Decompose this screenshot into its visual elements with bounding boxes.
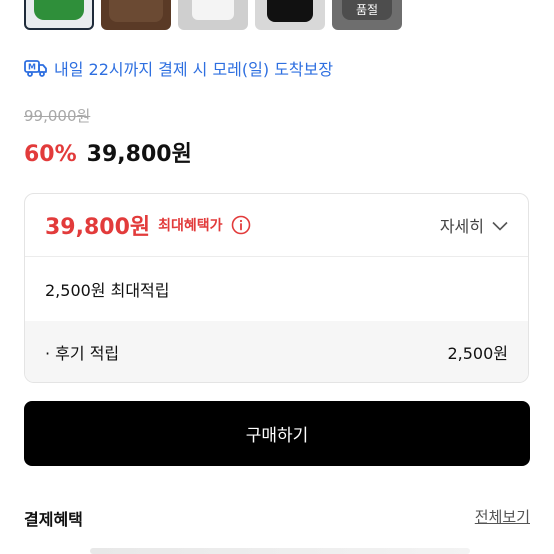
product-image bbox=[267, 0, 313, 22]
detail-toggle-button[interactable]: 자세히 bbox=[440, 213, 508, 237]
thumbnail-strip: 품절 bbox=[24, 0, 402, 30]
thumbnail-black-sweater[interactable] bbox=[255, 0, 325, 30]
max-points-label: 2,500원 최대적립 bbox=[45, 281, 170, 300]
svg-text:M: M bbox=[28, 63, 36, 72]
review-points-row: · 후기 적립 2,500원 bbox=[25, 321, 528, 382]
chevron-down-icon bbox=[492, 216, 508, 235]
delivery-truck-icon: M bbox=[24, 58, 48, 78]
benefit-box: 39,800원 최대혜택가 자세히 2,500원 최대적립 · 후기 적립 2,… bbox=[24, 193, 529, 383]
review-points-label: · 후기 적립 bbox=[45, 344, 120, 363]
soldout-badge: 품절 bbox=[355, 3, 379, 17]
payment-benefits-preview bbox=[90, 548, 470, 554]
detail-label: 자세히 bbox=[439, 217, 484, 236]
max-benefit-label: 최대혜택가 bbox=[158, 218, 223, 234]
max-benefit-price: 39,800원 bbox=[45, 215, 151, 240]
sale-price-row: 60% 39,800원 bbox=[24, 136, 192, 168]
thumbnail-gray-sweater[interactable]: 품절 bbox=[332, 0, 402, 30]
sale-price: 39,800원 bbox=[86, 142, 192, 167]
see-all-link[interactable]: 전체보기 bbox=[475, 506, 530, 527]
benefit-header: 39,800원 최대혜택가 자세히 bbox=[25, 194, 528, 257]
info-icon[interactable] bbox=[231, 215, 251, 235]
thumbnail-white-sweater[interactable] bbox=[178, 0, 248, 30]
delivery-guarantee: M 내일 22시까지 결제 시 모레(일) 도착보장 bbox=[24, 56, 333, 80]
payment-benefits-title: 결제혜택 bbox=[24, 510, 83, 529]
product-image bbox=[192, 0, 234, 20]
original-price: 99,000원 bbox=[24, 107, 91, 125]
product-image bbox=[109, 0, 163, 22]
thumbnail-green-sweater[interactable] bbox=[24, 0, 94, 30]
delivery-text: 내일 22시까지 결제 시 모레(일) 도착보장 bbox=[54, 60, 334, 79]
product-image bbox=[34, 0, 84, 20]
buy-button[interactable]: 구매하기 bbox=[24, 401, 530, 466]
points-row: 2,500원 최대적립 bbox=[25, 257, 528, 321]
review-points-value: 2,500원 bbox=[447, 344, 508, 363]
discount-rate: 60% bbox=[24, 142, 77, 167]
thumbnail-brown-sweater[interactable] bbox=[101, 0, 171, 30]
